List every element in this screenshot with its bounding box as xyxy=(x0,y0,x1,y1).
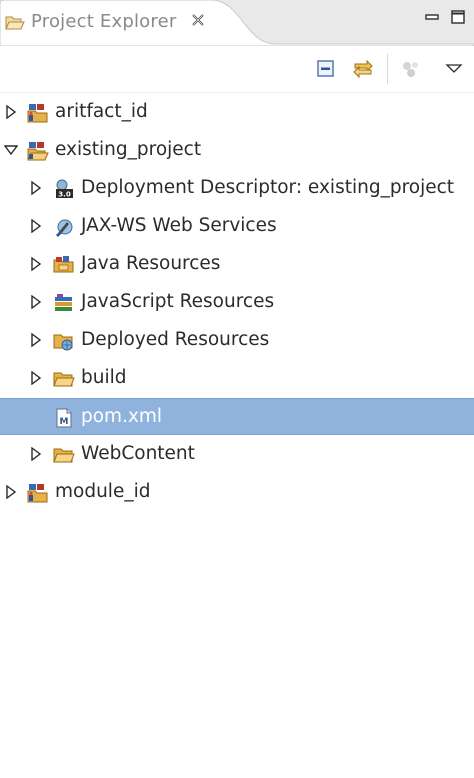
tree-item-java-resources[interactable]: Java Resources xyxy=(0,246,474,283)
minimize-icon[interactable] xyxy=(423,8,441,26)
expand-arrow-icon[interactable] xyxy=(29,295,43,309)
tree-item-label: existing_project xyxy=(55,139,202,160)
expand-arrow-icon[interactable] xyxy=(29,333,43,347)
toolbar-separator xyxy=(387,54,388,84)
tree-item-build[interactable]: build xyxy=(0,360,474,397)
expand-arrow-icon[interactable] xyxy=(29,371,43,385)
tree-item-label: Deployment Descriptor: existing_project xyxy=(81,177,455,198)
expand-arrow-icon[interactable] xyxy=(29,257,43,271)
tree-item-aritfact-id[interactable]: aritfact_id xyxy=(0,94,474,131)
svg-text:M: M xyxy=(60,417,69,427)
svg-text:3.0: 3.0 xyxy=(58,191,71,199)
javascript-resources-icon xyxy=(55,294,72,311)
tree-item-label: JAX-WS Web Services xyxy=(81,215,277,236)
deployment-descriptor-icon: 3.0 xyxy=(56,179,73,199)
maven-project-icon xyxy=(27,104,48,123)
view-toolbar xyxy=(0,46,474,93)
project-explorer-folder-icon xyxy=(5,13,25,33)
expand-arrow-icon[interactable] xyxy=(29,219,43,233)
collapse-all-icon[interactable] xyxy=(315,58,337,80)
maven-project-icon xyxy=(27,484,48,503)
tree-item-deployed-resources[interactable]: Deployed Resources xyxy=(0,322,474,359)
web-services-icon xyxy=(56,219,73,237)
tree-item-label: JavaScript Resources xyxy=(81,291,275,312)
maven-pom-file-icon: M xyxy=(56,408,72,428)
tree-item-label: Deployed Resources xyxy=(81,329,270,350)
tree-item-pom-xml[interactable]: M pom.xml xyxy=(0,398,474,435)
expand-arrow-icon[interactable] xyxy=(4,105,18,119)
expand-arrow-icon[interactable] xyxy=(4,485,18,499)
tree-item-label: aritfact_id xyxy=(55,101,148,122)
tree-item-existing-project[interactable]: existing_project xyxy=(0,132,474,169)
deployed-resources-icon xyxy=(53,334,73,351)
tree-item-label: Java Resources xyxy=(81,253,221,274)
tree-item-webcontent[interactable]: WebContent xyxy=(0,436,474,473)
filters-icon[interactable] xyxy=(400,58,422,80)
view-tab-strip: Project Explorer xyxy=(0,0,474,46)
maven-project-open-icon xyxy=(27,142,49,161)
collapse-arrow-icon[interactable] xyxy=(4,143,18,157)
expand-arrow-icon[interactable] xyxy=(29,447,43,461)
expand-arrow-icon[interactable] xyxy=(29,181,43,195)
tree-item-module-id[interactable]: module_id xyxy=(0,474,474,511)
view-tab-title[interactable]: Project Explorer xyxy=(31,11,176,32)
tree-item-label: pom.xml xyxy=(81,406,163,427)
tree-item-jax-ws-web-services[interactable]: JAX-WS Web Services xyxy=(0,208,474,245)
close-icon[interactable] xyxy=(190,12,206,28)
tree-item-javascript-resources[interactable]: JavaScript Resources xyxy=(0,284,474,321)
folder-icon xyxy=(53,448,75,463)
maximize-icon[interactable] xyxy=(449,8,467,26)
tree-item-label: WebContent xyxy=(81,443,195,464)
folder-icon xyxy=(53,372,75,387)
link-with-editor-icon[interactable] xyxy=(352,58,374,80)
tree-item-label: module_id xyxy=(55,481,151,502)
tree-item-deployment-descriptor[interactable]: 3.0 Deployment Descriptor: existing_proj… xyxy=(0,170,474,207)
java-resources-icon xyxy=(53,256,74,273)
tree-item-label: build xyxy=(81,367,127,388)
view-menu-icon[interactable] xyxy=(443,58,465,80)
